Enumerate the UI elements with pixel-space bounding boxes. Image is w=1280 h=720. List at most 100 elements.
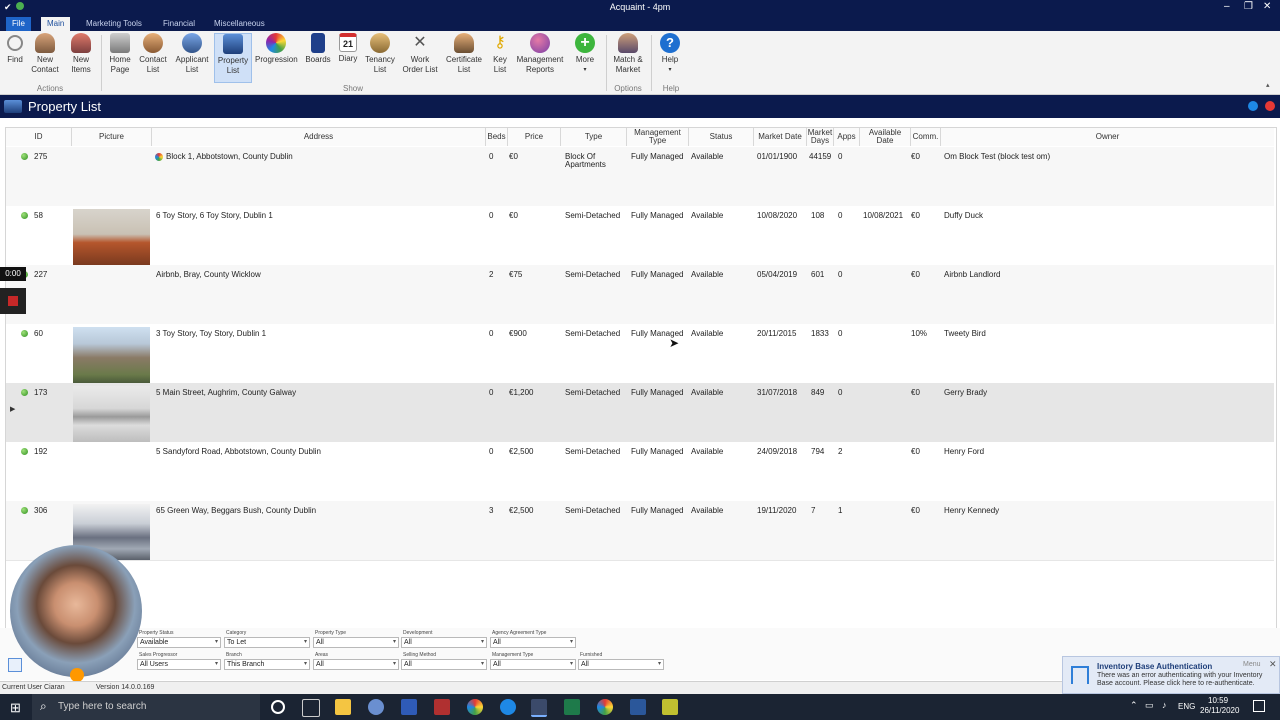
chrome-icon[interactable]: [597, 699, 613, 715]
calculator-icon[interactable]: [564, 699, 580, 715]
applicant-list-button[interactable]: Applicant List: [174, 33, 210, 75]
areas-select[interactable]: All ▾: [313, 659, 399, 670]
agency-agreement-type-select[interactable]: All ▾: [490, 637, 576, 648]
cell-id: 192: [34, 447, 48, 456]
refresh-icon[interactable]: [1248, 101, 1258, 111]
collapse-ribbon-icon[interactable]: ▴: [1266, 81, 1270, 89]
column-header-owner[interactable]: Owner: [941, 128, 1274, 146]
certificate-list-button[interactable]: Certificate List: [445, 33, 483, 75]
close-icon[interactable]: ✕: [1269, 659, 1277, 670]
property-photo-living-room[interactable]: [73, 209, 150, 265]
branch-value: This Branch: [227, 661, 265, 668]
clock-date[interactable]: 26/11/2020: [1200, 706, 1239, 715]
tab-main[interactable]: Main: [41, 17, 71, 31]
status-dot-icon: [21, 330, 28, 337]
column-header-comm[interactable]: Comm.: [911, 128, 941, 146]
column-header-apps[interactable]: Apps: [834, 128, 860, 146]
find-button[interactable]: Find: [4, 33, 26, 65]
close-button[interactable]: ✕: [1263, 1, 1271, 12]
match-market-button[interactable]: Match & Market: [610, 33, 646, 75]
edge-icon[interactable]: [500, 699, 516, 715]
table-row[interactable]: 227 Airbnb, Bray, County Wicklow 2 €75 S…: [6, 265, 1274, 325]
work-order-button[interactable]: ✕ Work Order List: [400, 33, 440, 75]
table-row[interactable]: 58 6 Toy Story, 6 Toy Story, Dublin 1 0 …: [6, 206, 1274, 266]
view-list-icon[interactable]: [8, 658, 22, 672]
close-panel-icon[interactable]: [1265, 101, 1275, 111]
column-header-type[interactable]: Type: [561, 128, 627, 146]
diary-button[interactable]: 21 Diary: [336, 33, 360, 64]
property-type-select[interactable]: All ▾: [313, 637, 399, 648]
taskbar-search[interactable]: ⌕ Type here to search: [32, 694, 260, 720]
boards-button[interactable]: Boards: [304, 33, 332, 65]
restore-button[interactable]: ❐: [1244, 1, 1253, 12]
network-icon[interactable]: ▭: [1145, 700, 1154, 711]
minimize-button[interactable]: –: [1224, 1, 1230, 12]
cortana-icon[interactable]: [271, 700, 285, 714]
management-type-select[interactable]: All ▾: [490, 659, 576, 670]
column-header-id[interactable]: ID: [6, 128, 72, 146]
file-explorer-icon[interactable]: [335, 699, 351, 715]
development-select[interactable]: All ▾: [401, 637, 487, 648]
clock-time[interactable]: 10:59: [1208, 696, 1228, 705]
management-reports-button[interactable]: Management Reports: [515, 33, 565, 75]
windows-start-icon[interactable]: ⊞: [10, 700, 21, 716]
sales-progressor-select[interactable]: All Users ▾: [137, 659, 221, 670]
task-view-icon[interactable]: [302, 699, 320, 717]
notification-toast[interactable]: Inventory Base Authentication Menu ✕ The…: [1062, 656, 1280, 694]
help-button[interactable]: ? Help ▾: [657, 33, 683, 75]
column-header-market-days[interactable]: Market Days: [807, 128, 834, 146]
table-row[interactable]: 60 3 Toy Story, Toy Story, Dublin 1 0 €9…: [6, 324, 1274, 384]
app-icon[interactable]: [401, 699, 417, 715]
selling-method-select[interactable]: All ▾: [401, 659, 487, 670]
home-page-button[interactable]: Home Page: [106, 33, 134, 75]
tab-financial[interactable]: Financial: [157, 17, 201, 31]
new-contact-icon: [35, 33, 55, 53]
tray-chevron-icon[interactable]: ⌃: [1130, 700, 1138, 711]
branch-select[interactable]: This Branch ▾: [224, 659, 310, 670]
contact-list-button[interactable]: Contact List: [138, 33, 168, 75]
column-header-price[interactable]: Price: [508, 128, 561, 146]
volume-icon[interactable]: ♪: [1162, 700, 1167, 710]
progression-button[interactable]: Progression: [255, 33, 298, 65]
cell-market-days: 44159: [809, 152, 832, 161]
app-icon[interactable]: [434, 699, 450, 715]
tenancy-list-button[interactable]: Tenancy List: [364, 33, 396, 75]
furnished-select[interactable]: All ▾: [578, 659, 664, 670]
column-header-beds[interactable]: Beds: [486, 128, 508, 146]
acquaint-icon[interactable]: [531, 699, 547, 717]
category-select[interactable]: To Let ▾: [224, 637, 310, 648]
property-photo-kitchen[interactable]: [73, 386, 150, 442]
column-header-address[interactable]: Address: [152, 128, 486, 146]
app-icon[interactable]: [368, 699, 384, 715]
more-button[interactable]: + More ▾: [572, 33, 598, 75]
property-photo-house[interactable]: [73, 327, 150, 383]
new-contact-label: New Contact: [31, 55, 59, 74]
cell-type: Semi-Detached: [565, 506, 621, 515]
column-header-status[interactable]: Status: [689, 128, 754, 146]
cell-type: Block Of Apartments: [565, 152, 606, 169]
tab-file[interactable]: File: [6, 17, 31, 31]
notification-menu[interactable]: Menu: [1243, 661, 1261, 668]
new-contact-button[interactable]: New Contact: [30, 33, 60, 75]
tab-miscellaneous[interactable]: Miscellaneous: [208, 17, 271, 31]
table-row[interactable]: 192 5 Sandyford Road, Abbotstown, County…: [6, 442, 1274, 502]
app-icon[interactable]: [662, 699, 678, 715]
property-list-button[interactable]: Property List: [214, 33, 252, 83]
new-items-button[interactable]: New Items: [66, 33, 96, 75]
column-header-market-date[interactable]: Market Date: [754, 128, 807, 146]
table-row[interactable]: 275 Block 1, Abbotstown, County Dublin 0…: [6, 147, 1274, 207]
cell-address: 65 Green Way, Beggars Bush, County Dubli…: [156, 506, 317, 515]
table-row[interactable]: 306 65 Green Way, Beggars Bush, County D…: [6, 501, 1274, 561]
column-header-picture[interactable]: Picture: [72, 128, 152, 146]
property-status-select[interactable]: Available ▾: [137, 637, 221, 648]
language-indicator[interactable]: ENG: [1178, 702, 1195, 711]
word-icon[interactable]: [630, 699, 646, 715]
recorder-stop-button[interactable]: [0, 288, 26, 314]
chrome-icon[interactable]: [467, 699, 483, 715]
column-header-available-date[interactable]: Available Date: [860, 128, 911, 146]
tab-marketing-tools[interactable]: Marketing Tools: [80, 17, 148, 31]
column-header-management-type[interactable]: Management Type: [627, 128, 689, 146]
notification-center-icon[interactable]: [1253, 700, 1265, 712]
key-list-button[interactable]: ⚷ Key List: [488, 33, 512, 75]
table-row-selected[interactable]: ▶ 173 5 Main Street, Aughrim, County Gal…: [6, 383, 1274, 443]
